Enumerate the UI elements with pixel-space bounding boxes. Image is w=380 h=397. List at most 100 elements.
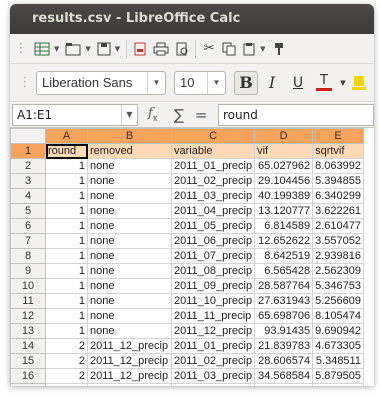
column-header[interactable]: D: [254, 128, 314, 144]
name-box[interactable]: A1:E1 ▼: [12, 103, 138, 126]
cell-variable[interactable]: 2011_06_precip: [170, 233, 256, 249]
cell-round[interactable]: 1: [45, 233, 88, 249]
drag-handle-icon[interactable]: ⋮: [14, 38, 28, 60]
cut-icon[interactable]: ✂: [202, 38, 216, 60]
column-header[interactable]: A: [45, 128, 88, 144]
row-header[interactable]: 10: [10, 278, 46, 294]
cell-vif[interactable]: 27.631943: [254, 293, 314, 309]
spreadsheet-grid[interactable]: A B C D E 1 round removed variable vif sqrtvi…: [10, 128, 374, 386]
cell-sqrtvif[interactable]: 4.673305: [312, 338, 364, 354]
cell-variable[interactable]: 2011_05_precip: [170, 218, 256, 234]
cell-removed[interactable]: none: [87, 173, 172, 189]
cell-variable[interactable]: 2011_04_precip: [170, 203, 256, 219]
cell-sqrtvif[interactable]: 5.256609: [312, 293, 364, 309]
cell-sqrtvif[interactable]: 8.105474: [312, 308, 364, 324]
cell-vif[interactable]: 12.652622: [254, 233, 314, 249]
row-header[interactable]: 14: [10, 338, 46, 354]
cell-variable[interactable]: 2011_03_precip: [170, 188, 256, 204]
cell-round[interactable]: 1: [45, 308, 88, 324]
open-folder-icon[interactable]: ▼: [65, 38, 91, 60]
chevron-down-icon[interactable]: ▼: [336, 72, 350, 94]
cell-removed[interactable]: 2011_12_precip: [87, 368, 172, 384]
cell-round[interactable]: 1: [45, 158, 88, 174]
cell-removed[interactable]: none: [87, 263, 172, 279]
select-all-corner[interactable]: [10, 128, 46, 144]
row-header[interactable]: 17: [10, 383, 46, 386]
formula-input[interactable]: round: [218, 103, 374, 126]
cell-round[interactable]: 1: [45, 173, 88, 189]
cell-sqrtvif[interactable]: 9.690942: [312, 323, 364, 339]
italic-button[interactable]: I: [260, 71, 284, 95]
row-header[interactable]: 4: [10, 188, 46, 204]
cell-removed[interactable]: none: [87, 233, 172, 249]
cell-vif[interactable]: 21.839783: [254, 338, 314, 354]
cell-removed[interactable]: 2011_12_precip: [87, 338, 172, 354]
cell-removed[interactable]: none: [87, 278, 172, 294]
chevron-down-icon[interactable]: ▼: [121, 104, 137, 125]
cell-round[interactable]: 2: [45, 353, 88, 369]
font-color-icon[interactable]: T: [312, 71, 336, 95]
save-icon[interactable]: ▼: [97, 38, 120, 60]
cell-sqrtvif[interactable]: 5.394855: [312, 173, 364, 189]
cell-vif[interactable]: 13.120777: [254, 203, 314, 219]
cell-variable[interactable]: variable: [170, 143, 256, 159]
cell-vif[interactable]: 6.814589: [254, 218, 314, 234]
cell-sqrtvif[interactable]: 5.879505: [312, 368, 364, 384]
cell-variable[interactable]: 2011_12_precip: [170, 323, 256, 339]
underline-button[interactable]: U: [286, 71, 310, 95]
row-header[interactable]: 5: [10, 203, 46, 219]
cell-round[interactable]: 1: [45, 293, 88, 309]
cell-vif[interactable]: 8.642519: [254, 248, 314, 264]
drag-handle-icon[interactable]: ⋮: [18, 72, 32, 94]
cell-sqrtvif[interactable]: 5.346753: [312, 278, 364, 294]
cell-removed[interactable]: none: [87, 188, 172, 204]
cell-vif[interactable]: vif: [254, 143, 314, 159]
highlight-color-icon[interactable]: [352, 72, 366, 94]
cell-variable[interactable]: 2011_08_precip: [170, 263, 256, 279]
paste-icon[interactable]: ▼: [242, 38, 266, 60]
sum-icon[interactable]: ∑: [168, 106, 190, 124]
cell-sqrtvif[interactable]: 5.348511: [312, 353, 364, 369]
cell-sqrtvif[interactable]: 3.357747: [312, 383, 364, 386]
spreadsheet-icon[interactable]: ▼: [34, 38, 59, 60]
cell-sqrtvif[interactable]: 8.063992: [312, 158, 364, 174]
copy-icon[interactable]: [222, 38, 236, 60]
cell-vif[interactable]: 6.565428: [254, 263, 314, 279]
cell-removed[interactable]: none: [87, 203, 172, 219]
cell-sqrtvif[interactable]: 3.622261: [312, 203, 364, 219]
chevron-down-icon[interactable]: ▼: [207, 71, 225, 94]
column-header[interactable]: C: [170, 128, 256, 144]
row-header[interactable]: 3: [10, 173, 46, 189]
cell-round[interactable]: 2: [45, 383, 88, 386]
cell-removed[interactable]: none: [87, 293, 172, 309]
row-header[interactable]: 16: [10, 368, 46, 384]
cell-vif[interactable]: 34.568584: [254, 368, 314, 384]
cell-sqrtvif[interactable]: 6.340299: [312, 188, 364, 204]
print-preview-icon[interactable]: [175, 38, 189, 60]
clone-formatting-icon[interactable]: [272, 38, 286, 60]
cell-variable[interactable]: 2011_11_precip: [170, 308, 256, 324]
row-header[interactable]: 13: [10, 323, 46, 339]
cell-sqrtvif[interactable]: 2.939816: [312, 248, 364, 264]
cell-vif[interactable]: 65.027962: [254, 158, 314, 174]
cell-variable[interactable]: 2011_04_precip: [170, 383, 256, 386]
cell-round[interactable]: 1: [45, 323, 88, 339]
cell-removed[interactable]: none: [87, 218, 172, 234]
cell-removed[interactable]: none: [87, 308, 172, 324]
cell-round[interactable]: 2: [45, 338, 88, 354]
cell-variable[interactable]: 2011_03_precip: [170, 368, 256, 384]
cell-variable[interactable]: 2011_01_precip: [170, 338, 256, 354]
row-header[interactable]: 2: [10, 158, 46, 174]
cell-vif[interactable]: 40.199389: [254, 188, 314, 204]
cell-removed[interactable]: none: [87, 158, 172, 174]
row-header[interactable]: 9: [10, 263, 46, 279]
cell-round[interactable]: round: [45, 143, 88, 159]
formula-icon[interactable]: =: [190, 106, 212, 124]
cell-removed[interactable]: 2011_12_precip: [87, 353, 172, 369]
chevron-down-icon[interactable]: ▼: [147, 71, 165, 94]
cell-removed[interactable]: removed: [87, 143, 172, 159]
row-header[interactable]: 15: [10, 353, 46, 369]
cell-removed[interactable]: none: [87, 248, 172, 264]
cell-vif[interactable]: 28.606574: [254, 353, 314, 369]
cell-vif[interactable]: 28.587764: [254, 278, 314, 294]
